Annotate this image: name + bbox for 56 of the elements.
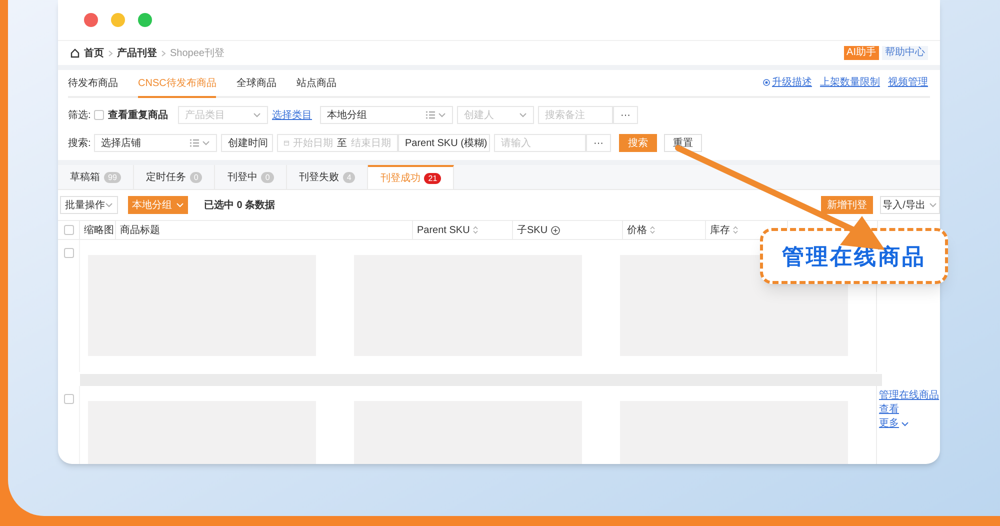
action-link[interactable]: 管理在线商品 xyxy=(879,390,939,401)
checkbox[interactable] xyxy=(94,110,104,120)
link[interactable]: 上架数量限制 xyxy=(820,75,880,90)
checkbox-label: 查看重复商品 xyxy=(108,108,168,122)
sort-icon xyxy=(650,226,655,234)
date-range-field[interactable]: 开始日期 至 结束日期 xyxy=(277,134,398,152)
chevron-icon xyxy=(108,50,113,56)
caret-icon xyxy=(438,112,446,118)
more-button[interactable]: ··· xyxy=(586,134,611,152)
target-icon xyxy=(763,79,770,86)
column-header: 缩略图 xyxy=(80,221,116,239)
link[interactable]: 选择类目 xyxy=(272,108,312,122)
filter-label: 筛选: xyxy=(68,108,92,122)
select-field[interactable]: 本地分组 xyxy=(320,106,453,124)
tab[interactable]: 全球商品 xyxy=(236,76,276,98)
checkbox[interactable] xyxy=(64,394,74,404)
select-field[interactable]: 创建时间 xyxy=(221,134,273,152)
caret-icon xyxy=(105,202,113,208)
chevron-icon xyxy=(161,50,166,56)
import-export-dropdown[interactable]: 导入/导出 xyxy=(880,196,940,214)
batch-dropdown[interactable]: 批量操作 xyxy=(60,196,118,214)
checkbox[interactable] xyxy=(64,225,74,235)
caret-icon xyxy=(519,112,527,118)
caret-icon xyxy=(929,202,938,208)
link[interactable]: 视频管理 xyxy=(888,75,928,90)
count-badge: 21 xyxy=(424,172,442,184)
selection-count: 已选中 0 条数据 xyxy=(204,198,276,212)
caret-icon xyxy=(176,202,184,208)
plus-circle-icon xyxy=(550,226,560,234)
action-link[interactable]: 更多 xyxy=(879,418,909,429)
more-button[interactable]: ··· xyxy=(613,106,638,124)
tab[interactable]: 待发布商品 xyxy=(68,76,118,98)
sort-icon xyxy=(733,226,738,234)
tab[interactable]: 站点商品 xyxy=(296,76,336,98)
list-icon xyxy=(190,139,199,147)
action-link[interactable]: 查看 xyxy=(879,404,899,415)
sort-icon xyxy=(472,226,478,234)
help-button[interactable]: 帮助中心 xyxy=(882,46,928,60)
caret-icon xyxy=(202,140,210,146)
select-field[interactable]: Parent SKU (模糊) xyxy=(398,134,490,152)
home-icon xyxy=(70,48,80,58)
caret-icon xyxy=(901,420,909,426)
caret-icon xyxy=(253,112,261,118)
column-header: 商品标题 xyxy=(116,221,413,239)
calendar-icon xyxy=(284,139,289,147)
link[interactable]: 升级描述 xyxy=(772,75,812,90)
status-tab[interactable]: 刊登成功 21 xyxy=(368,165,454,189)
checkbox[interactable] xyxy=(64,248,74,258)
breadcrumb-link[interactable]: 产品刊登 xyxy=(117,46,157,60)
filter-label: 搜索: xyxy=(68,136,92,150)
list-icon xyxy=(426,111,435,119)
column-header: 价格 xyxy=(623,221,706,239)
column-header: 子SKU xyxy=(513,221,623,239)
select-field[interactable]: 选择店铺 xyxy=(94,134,217,152)
column-header: Parent SKU xyxy=(413,221,513,239)
breadcrumb-link[interactable]: 首页 xyxy=(84,46,104,60)
